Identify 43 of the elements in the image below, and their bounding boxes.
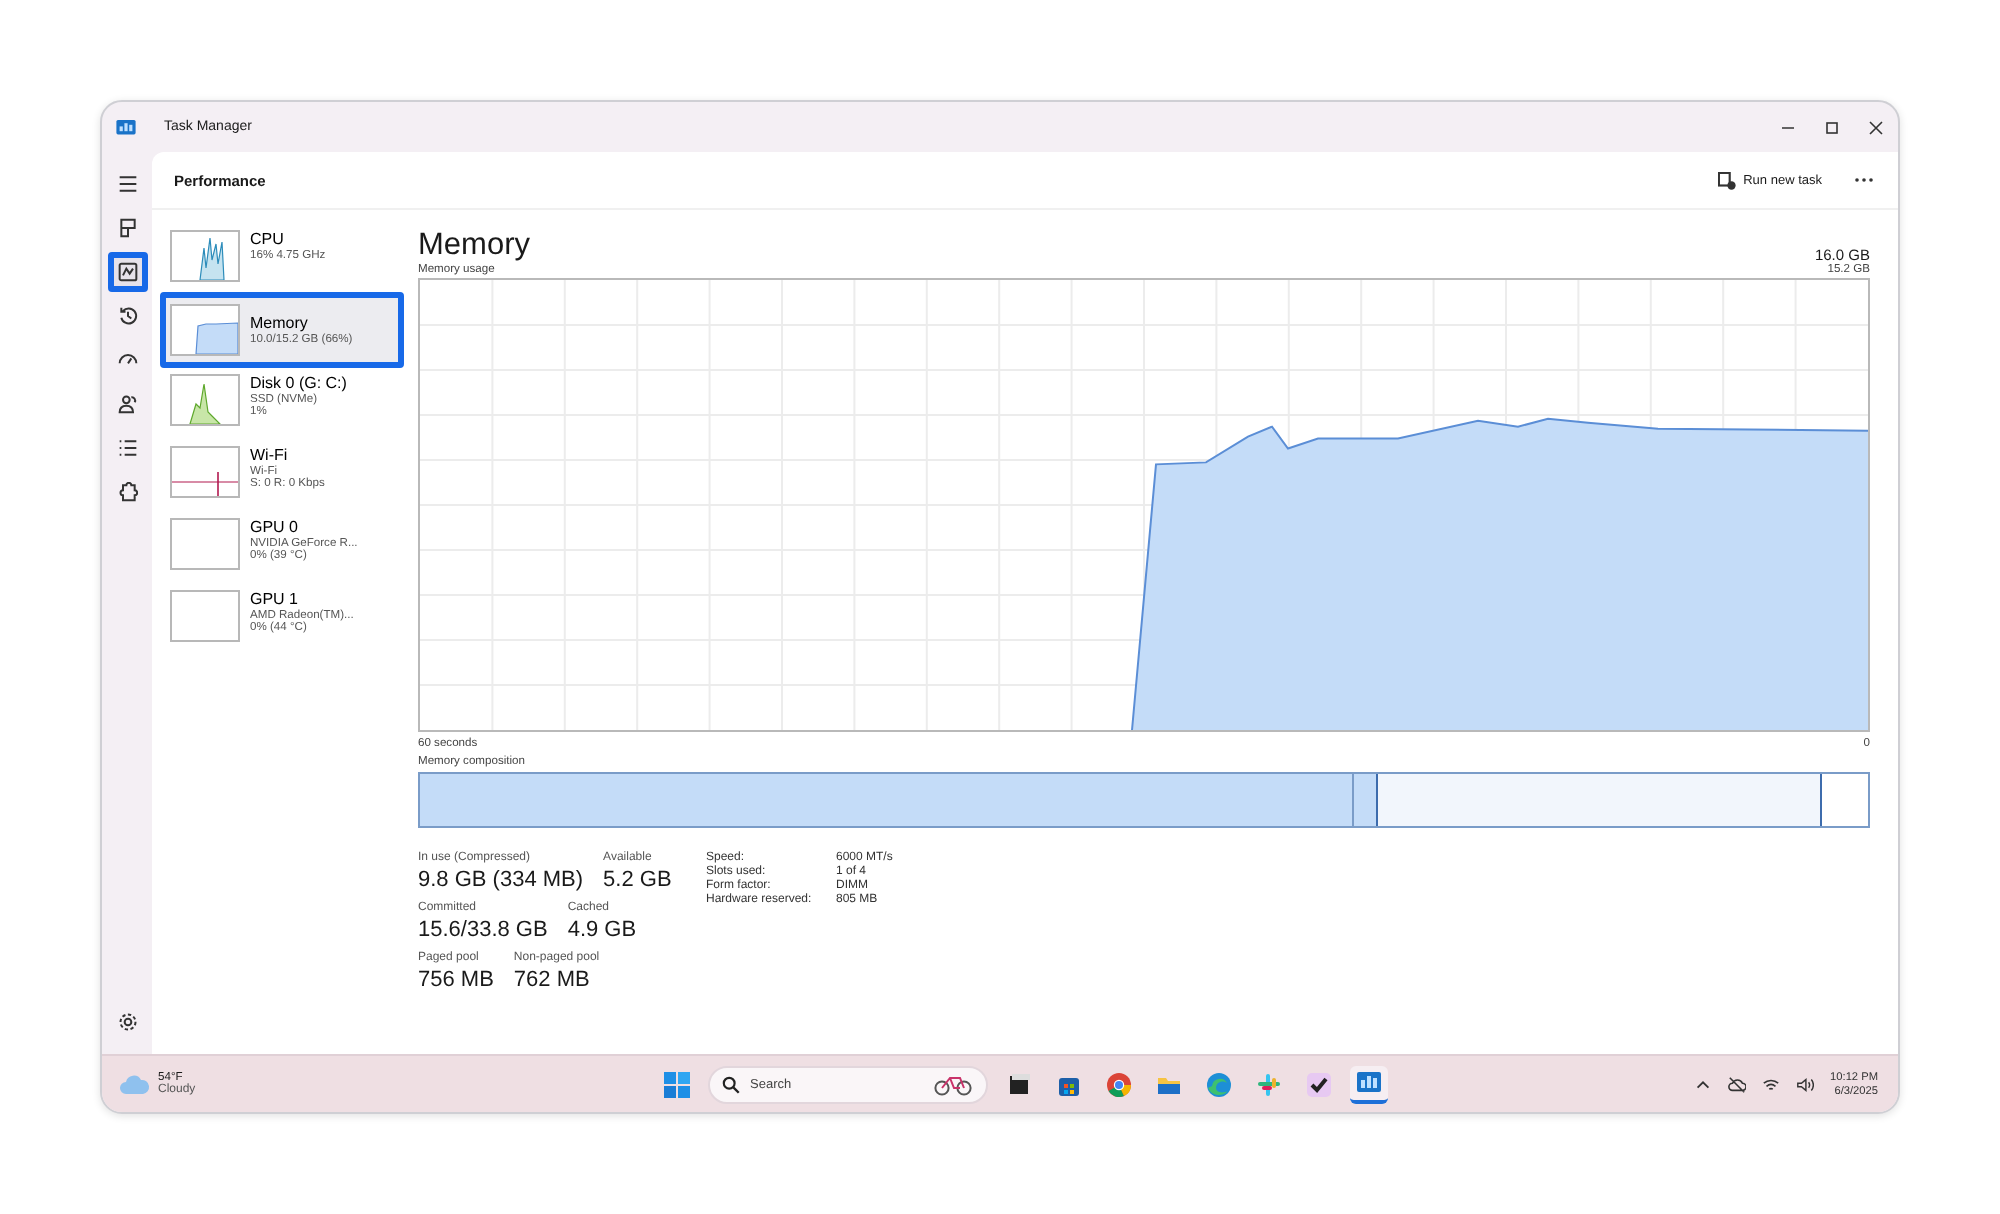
gauge-icon: [117, 350, 137, 370]
sparkline: [170, 304, 240, 356]
hash-icon: [1256, 1071, 1282, 1097]
resource-name: Wi-Fi: [250, 446, 290, 464]
bicycle-icon: [932, 1072, 976, 1096]
users-icon: [117, 394, 137, 414]
checkmark-icon: [1306, 1071, 1332, 1097]
puzzle-icon: [117, 482, 137, 502]
stat-value: 756 MB: [418, 968, 494, 992]
sparkline: [170, 374, 240, 426]
graph-thumbnail: [170, 590, 240, 642]
resource-name: GPU 1: [250, 590, 301, 608]
chart-icon: [117, 262, 137, 282]
resource-name: Memory: [250, 314, 310, 333]
resource-name: CPU: [250, 230, 286, 248]
volume-icon[interactable]: [1796, 1075, 1815, 1093]
app-icon: [1356, 1069, 1382, 1095]
sparkline: [170, 446, 240, 498]
list-icon: [117, 438, 137, 458]
stat-value: 15.6/33.8 GB: [418, 918, 548, 942]
resource-name: GPU 0: [250, 518, 301, 536]
sparkline: [170, 230, 240, 282]
nav-button[interactable]: [107, 252, 147, 292]
stat-value: 4.9 GB: [567, 918, 637, 942]
stat-value: 762 MB: [513, 968, 592, 992]
stat-value: 9.8 GB (334 MB): [418, 868, 584, 892]
stat-value: 5.2 GB: [603, 868, 672, 892]
search-icon: [722, 1075, 740, 1093]
start-icon: [664, 1071, 690, 1097]
history-icon: [117, 306, 137, 326]
panel-title: Memory: [418, 228, 530, 264]
grid-icon: [117, 218, 137, 238]
run-task-icon: [1717, 171, 1736, 189]
resource-name: Disk 0 (G: C:): [250, 374, 347, 392]
cloud-off-icon[interactable]: [1728, 1075, 1747, 1093]
browser-icon: [1106, 1071, 1132, 1097]
wifi-icon[interactable]: [1762, 1075, 1781, 1093]
graph-thumbnail: [170, 518, 240, 570]
window-icon: [1006, 1071, 1032, 1097]
more-icon: [1854, 176, 1874, 184]
app-icon: [116, 119, 136, 135]
settings-icon: [117, 1012, 137, 1032]
menu-icon: [117, 174, 137, 194]
